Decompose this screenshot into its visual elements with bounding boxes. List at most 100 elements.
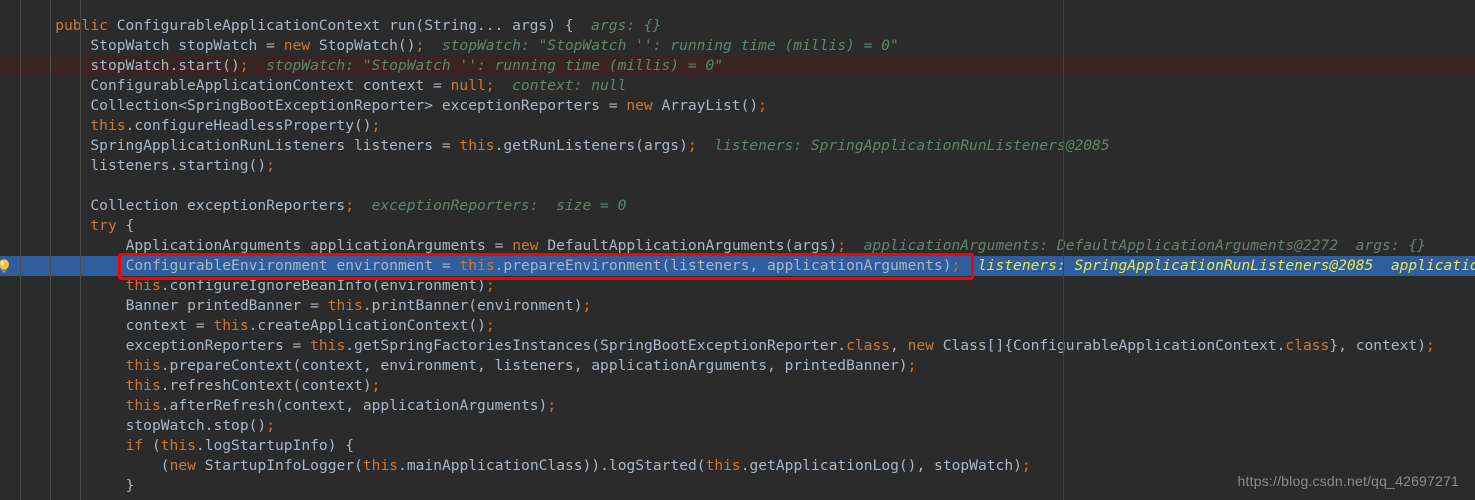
code-token: stopWatch.stop() (125, 417, 267, 434)
code-token: new (169, 457, 196, 474)
code-token: ConfigurableApplicationContext run(Strin… (107, 17, 583, 34)
code-token: .printBanner(environment) (362, 297, 583, 314)
code-token: ApplicationArguments applicationArgument… (125, 237, 513, 254)
code-token: ; (371, 377, 381, 394)
code-line[interactable]: public ConfigurableApplicationContext ru… (0, 16, 1475, 36)
code-line[interactable]: Collection exceptionReporters; exception… (0, 196, 1475, 216)
code-token: ConfigurableApplicationContext context = (90, 77, 451, 94)
code-token: stopWatch.start() (90, 57, 240, 74)
code-token: this (125, 397, 161, 414)
code-token: .prepareEnvironment(listeners, applicati… (494, 257, 952, 274)
code-token: , (890, 337, 908, 354)
code-line[interactable]: listeners.starting(); (0, 156, 1475, 176)
code-token: class (846, 337, 891, 354)
code-token: exceptionReporters = (125, 337, 311, 354)
code-token: ; (1021, 457, 1031, 474)
code-line[interactable]: SpringApplicationRunListeners listeners … (0, 136, 1475, 156)
code-token: ; (266, 417, 275, 434)
inline-debug-hint[interactable]: exceptionReporters: size = 0 (354, 197, 627, 214)
code-token: ( (160, 457, 170, 474)
code-token: .getSpringFactoriesInstances(SpringBootE… (345, 337, 847, 354)
code-line[interactable]: ApplicationArguments applicationArgument… (0, 236, 1475, 256)
code-line[interactable]: stopWatch.stop(); (0, 416, 1475, 436)
code-editor[interactable]: public ConfigurableApplicationContext ru… (0, 0, 1475, 500)
code-token: .configureIgnoreBeanInfo(environment) (160, 277, 486, 294)
lightbulb-icon[interactable] (0, 258, 12, 274)
code-token: StopWatch stopWatch = (90, 37, 284, 54)
code-token: new (626, 97, 653, 114)
code-token: ; (485, 77, 495, 94)
code-token: } (125, 477, 135, 494)
code-token: SpringApplicationRunListeners listeners … (90, 137, 460, 154)
code-token: ; (266, 157, 275, 174)
code-token: this (125, 377, 161, 394)
code-token: ; (758, 97, 767, 114)
code-token: ; (837, 237, 847, 254)
inline-debug-hint[interactable]: stopWatch: "StopWatch '': running time (… (424, 37, 899, 54)
code-line[interactable]: Banner printedBanner = this.printBanner(… (0, 296, 1475, 316)
code-token: if (125, 437, 144, 454)
code-token: { (116, 217, 135, 234)
code-token: DefaultApplicationArguments(args) (538, 237, 838, 254)
code-token: this (327, 297, 363, 314)
code-token: ; (485, 277, 495, 294)
code-token: ; (239, 57, 249, 74)
code-line[interactable] (0, 176, 1475, 196)
code-token: Collection exceptionReporters (90, 197, 346, 214)
code-token: public (55, 17, 108, 34)
code-token: }, context) (1329, 337, 1426, 354)
code-line[interactable]: context = this.createApplicationContext(… (0, 316, 1475, 336)
code-token: this (705, 457, 741, 474)
code-token: ; (1426, 337, 1435, 354)
inline-debug-hint[interactable]: stopWatch: "StopWatch '': running time (… (249, 57, 723, 74)
inline-debug-hint[interactable]: listeners: SpringApplicationRunListeners… (697, 137, 1109, 154)
inline-debug-hint[interactable]: args: {} (582, 17, 661, 34)
code-token: Class[]{ConfigurableApplicationContext. (933, 337, 1286, 354)
code-line[interactable]: try { (0, 216, 1475, 236)
code-token: Banner printedBanner = (125, 297, 328, 314)
code-line[interactable]: StopWatch stopWatch = new StopWatch(); s… (0, 36, 1475, 56)
code-line[interactable]: this.refreshContext(context); (0, 376, 1475, 396)
code-line[interactable]: this.afterRefresh(context, applicationAr… (0, 396, 1475, 416)
code-token: .getApplicationLog(), stopWatch) (740, 457, 1022, 474)
code-token: this (362, 457, 399, 474)
code-line[interactable]: Collection<SpringBootExceptionReporter> … (0, 96, 1475, 116)
code-token: ; (687, 137, 697, 154)
inline-debug-hint[interactable]: applicationArguments: DefaultApplication… (846, 237, 1426, 254)
code-line[interactable]: if (this.logStartupInfo) { (0, 436, 1475, 456)
code-token: this (459, 257, 495, 274)
code-line[interactable]: ConfigurableEnvironment environment = th… (0, 256, 1475, 276)
code-line[interactable]: stopWatch.start(); stopWatch: "StopWatch… (0, 56, 1475, 76)
code-token: ArrayList() (652, 97, 759, 114)
code-line[interactable]: ConfigurableApplicationContext context =… (0, 76, 1475, 96)
code-token: this (125, 357, 161, 374)
code-line[interactable]: exceptionReporters = this.getSpringFacto… (0, 336, 1475, 356)
inline-debug-hint[interactable]: listeners: SpringApplicationRunListeners… (960, 257, 1475, 274)
code-token: StartupInfoLogger( (195, 457, 363, 474)
code-token: ; (547, 397, 557, 414)
code-token: class (1285, 337, 1330, 354)
code-token: this (310, 337, 346, 354)
code-token: this (160, 437, 196, 454)
code-line[interactable]: this.prepareContext(context, environment… (0, 356, 1475, 376)
code-token: ; (951, 257, 961, 274)
code-token: ConfigurableEnvironment environment = (125, 257, 460, 274)
code-token: this (459, 137, 495, 154)
code-token: .refreshContext(context) (160, 377, 372, 394)
code-token: .configureHeadlessProperty() (125, 117, 372, 134)
code-token: Collection<SpringBootExceptionReporter> … (90, 97, 627, 114)
code-token: new (907, 337, 934, 354)
code-token: ( (143, 437, 161, 454)
code-token: listeners.starting() (90, 157, 267, 174)
code-line[interactable]: this.configureIgnoreBeanInfo(environment… (0, 276, 1475, 296)
code-token: this (90, 117, 126, 134)
code-token: context = (125, 317, 214, 334)
code-token: .getRunListeners(args) (494, 137, 688, 154)
code-line[interactable]: this.configureHeadlessProperty(); (0, 116, 1475, 136)
inline-debug-hint[interactable]: context: null (495, 77, 626, 94)
code-token: try (90, 217, 117, 234)
code-token: .mainApplicationClass)).logStarted( (398, 457, 706, 474)
code-token: .prepareContext(context, environment, li… (160, 357, 908, 374)
code-token: ; (582, 297, 592, 314)
code-token: .createApplicationContext() (248, 317, 486, 334)
